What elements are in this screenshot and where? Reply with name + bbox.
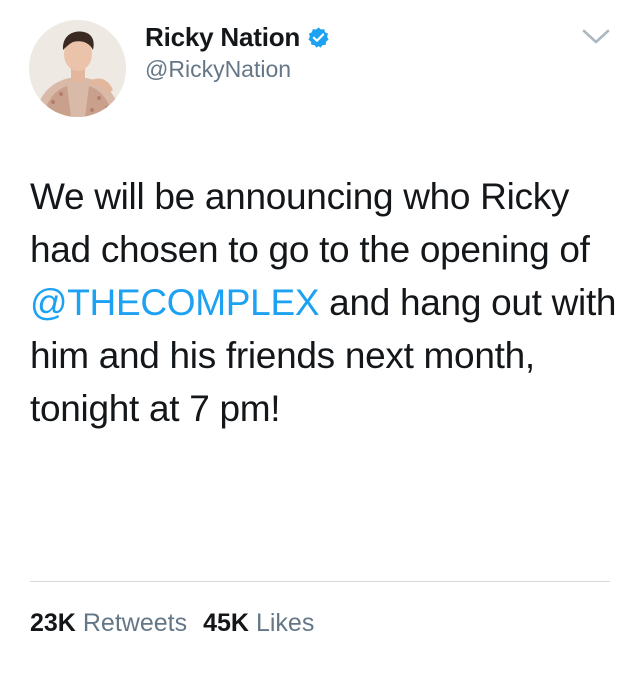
avatar-image [29,20,126,117]
name-row: Ricky Nation [145,22,330,52]
verified-badge-icon [307,26,330,49]
divider [30,581,610,582]
retweets-count: 23K [30,609,76,637]
likes-stat[interactable]: 45K Likes [203,609,314,638]
chevron-down-icon[interactable] [580,24,612,48]
display-name[interactable]: Ricky Nation [145,22,300,53]
tweet-text-before: We will be announcing who Ricky had chos… [30,176,590,270]
user-info: Ricky Nation @RickyNation [145,22,330,83]
tweet-text: We will be announcing who Ricky had chos… [30,170,620,435]
retweets-label: Retweets [82,609,188,637]
tweet-stats: 23K Retweets 45K Likes [30,609,330,638]
user-handle[interactable]: @RickyNation [145,56,330,83]
likes-label: Likes [255,609,315,637]
tweet-card: Ricky Nation @RickyNation We will be ann… [0,0,640,676]
retweets-stat[interactable]: 23K Retweets [30,609,187,638]
avatar[interactable] [29,20,126,117]
mention-link[interactable]: @THECOMPLEX [30,282,320,323]
likes-count: 45K [203,609,249,637]
